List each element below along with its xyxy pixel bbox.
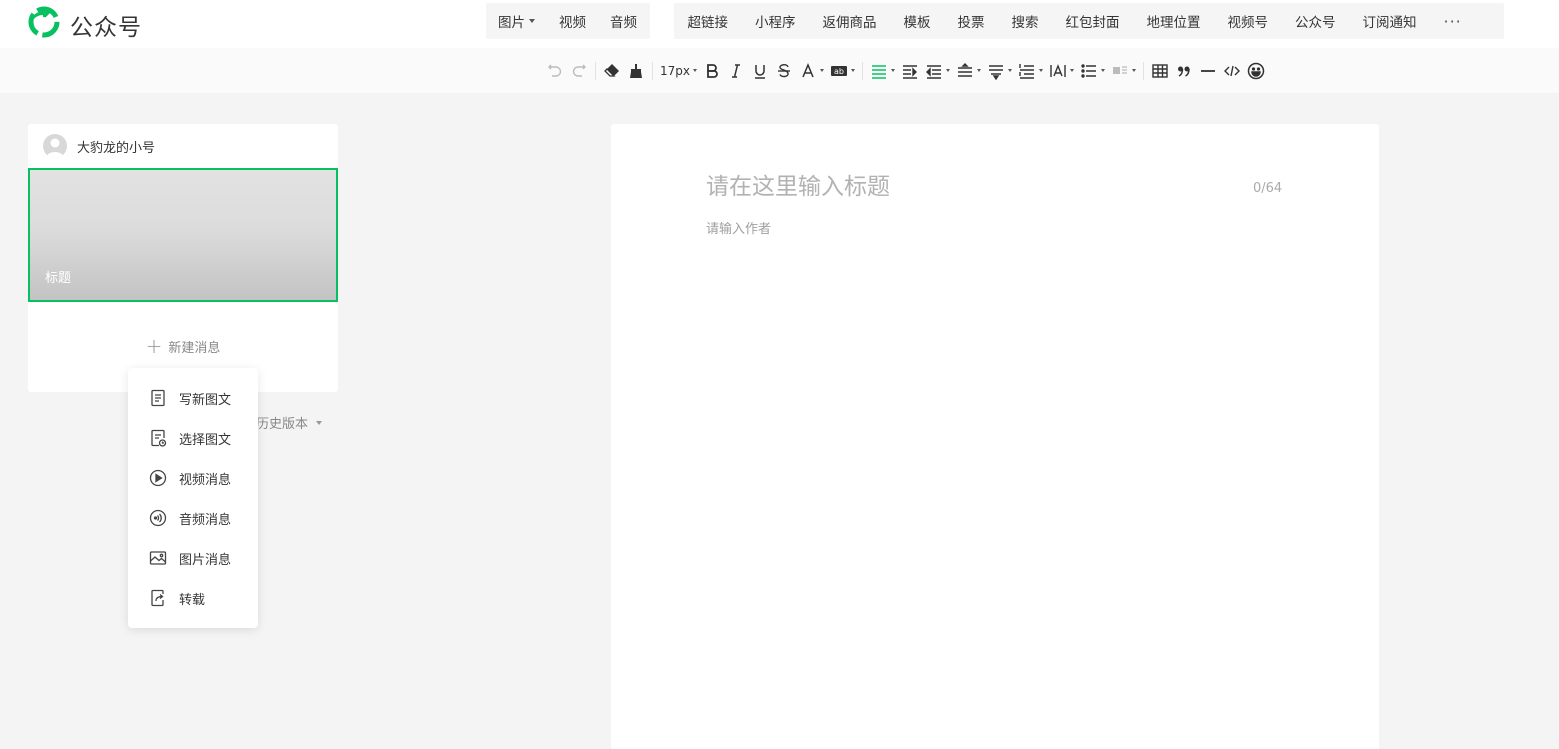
- repost-icon: [151, 589, 164, 607]
- outdent-icon[interactable]: [922, 59, 953, 83]
- clear-format-icon[interactable]: [600, 59, 624, 83]
- brand-name: 公众号: [70, 15, 142, 41]
- plus-icon: +: [145, 334, 163, 358]
- menu-item-select-article[interactable]: 选择图文: [128, 418, 258, 458]
- menu-item-label: 视频消息: [179, 472, 232, 488]
- chevron-down-icon: [851, 69, 855, 72]
- paragraph-spacing-icon[interactable]: [984, 59, 1015, 83]
- toolbar-divider: [595, 61, 596, 80]
- table-icon[interactable]: [1148, 59, 1172, 83]
- menu-item-write-article[interactable]: 写新图文: [128, 378, 258, 418]
- toolbar-divider: [862, 61, 863, 80]
- redo-icon[interactable]: [567, 59, 591, 83]
- insert-image-button[interactable]: 图片: [486, 11, 547, 31]
- insert-tools-group: 超链接 小程序 返佣商品 模板 投票 搜索 红包封面 地理位置 视频号 公众号 …: [674, 3, 1504, 39]
- list-icon[interactable]: [1077, 59, 1108, 83]
- font-color-icon[interactable]: [796, 59, 827, 83]
- article-list-card: 大豹龙的小号 标题 + 新建消息: [28, 124, 338, 392]
- insert-miniprogram-button[interactable]: 小程序: [742, 11, 810, 31]
- more-icon[interactable]: ···: [1430, 12, 1475, 31]
- menu-item-label: 转载: [179, 592, 206, 608]
- chevron-down-icon: [891, 69, 895, 72]
- insert-audio-button[interactable]: 音频: [598, 11, 649, 31]
- menu-item-repost[interactable]: 转载: [128, 578, 258, 618]
- chevron-down-icon: [316, 420, 323, 425]
- author-input[interactable]: [706, 222, 1006, 237]
- font-size-select[interactable]: 17px: [657, 59, 700, 83]
- indent-icon[interactable]: [898, 59, 922, 83]
- chevron-down-icon: [946, 69, 950, 72]
- menu-item-image-message[interactable]: 图片消息: [128, 538, 258, 578]
- emoji-icon[interactable]: [1244, 59, 1268, 83]
- history-versions-button[interactable]: 历史版本: [256, 413, 323, 432]
- insert-vote-button[interactable]: 投票: [944, 11, 998, 31]
- format-painter-icon[interactable]: [624, 59, 648, 83]
- quote-icon[interactable]: [1172, 59, 1196, 83]
- font-size-value: 17px: [660, 63, 690, 78]
- float-image-icon[interactable]: [1108, 59, 1139, 83]
- title-char-count: 0/64: [1253, 181, 1283, 196]
- bold-icon[interactable]: [700, 59, 724, 83]
- insert-channels-button[interactable]: 视频号: [1214, 11, 1282, 31]
- article-editor: 0/64: [611, 124, 1379, 749]
- insert-official-account-button[interactable]: 公众号: [1282, 11, 1350, 31]
- format-toolbar: 17px ab: [0, 48, 1559, 93]
- menu-item-video-message[interactable]: 视频消息: [128, 458, 258, 498]
- chevron-down-icon: [1132, 69, 1136, 72]
- insert-media-group: 图片 视频 音频: [486, 3, 650, 39]
- new-message-label: 新建消息: [168, 340, 221, 356]
- menu-item-label: 图片消息: [179, 552, 232, 568]
- chevron-down-icon: [693, 69, 697, 72]
- underline-icon[interactable]: [748, 59, 772, 83]
- menu-item-label: 写新图文: [179, 392, 232, 408]
- account-name: 大豹龙的小号: [77, 141, 156, 156]
- play-icon: [149, 469, 167, 487]
- chevron-down-icon: [1070, 69, 1074, 72]
- chevron-down-icon: [1008, 69, 1012, 72]
- menu-item-audio-message[interactable]: 音频消息: [128, 498, 258, 538]
- new-message-button[interactable]: + 新建消息: [28, 336, 338, 356]
- chevron-down-icon: [1039, 69, 1043, 72]
- history-label: 历史版本: [256, 417, 309, 432]
- avatar: [43, 134, 67, 158]
- title-input[interactable]: [706, 174, 1226, 200]
- document-icon: [151, 389, 165, 407]
- image-icon: [149, 551, 167, 565]
- insert-hyperlink-button[interactable]: 超链接: [674, 11, 742, 31]
- align-icon[interactable]: [867, 59, 898, 83]
- top-bar: 公众号 图片 视频 音频 超链接 小程序 返佣商品 模板 投票 搜索 红包封面 …: [0, 0, 1559, 48]
- insert-search-button[interactable]: 搜索: [998, 11, 1052, 31]
- undo-icon[interactable]: [543, 59, 567, 83]
- insert-location-button[interactable]: 地理位置: [1133, 11, 1214, 31]
- insert-template-button[interactable]: 模板: [890, 11, 944, 31]
- italic-icon[interactable]: [724, 59, 748, 83]
- code-icon[interactable]: [1220, 59, 1244, 83]
- toolbar-divider: [652, 61, 653, 80]
- document-select-icon: [151, 429, 167, 447]
- new-message-menu: 写新图文 选择图文 视频消息 音频消息 图片消息 转载: [128, 368, 258, 628]
- wechat-official-logo-icon: [28, 6, 60, 38]
- strikethrough-icon[interactable]: [772, 59, 796, 83]
- chevron-down-icon: [977, 69, 981, 72]
- menu-item-label: 音频消息: [179, 512, 232, 528]
- line-height-icon[interactable]: [953, 59, 984, 83]
- toolbar-divider: [1143, 61, 1144, 80]
- svg-text:ab: ab: [834, 67, 844, 76]
- background-color-icon[interactable]: ab: [827, 59, 858, 83]
- insert-image-label: 图片: [498, 15, 525, 31]
- article-card-title: 标题: [45, 271, 72, 286]
- article-card-selected[interactable]: 标题: [28, 168, 338, 302]
- chevron-down-icon: [820, 69, 824, 72]
- text-spacing-icon[interactable]: [1046, 59, 1077, 83]
- audio-icon: [149, 509, 167, 527]
- letter-spacing-icon[interactable]: [1015, 59, 1046, 83]
- chevron-down-icon: [1101, 69, 1105, 72]
- chevron-down-icon: [529, 19, 535, 23]
- menu-item-label: 选择图文: [179, 432, 232, 448]
- divider-icon[interactable]: [1196, 59, 1220, 83]
- insert-red-packet-cover-button[interactable]: 红包封面: [1052, 11, 1133, 31]
- insert-subscription-notice-button[interactable]: 订阅通知: [1349, 11, 1430, 31]
- insert-video-button[interactable]: 视频: [547, 11, 598, 31]
- insert-commission-product-button[interactable]: 返佣商品: [809, 11, 890, 31]
